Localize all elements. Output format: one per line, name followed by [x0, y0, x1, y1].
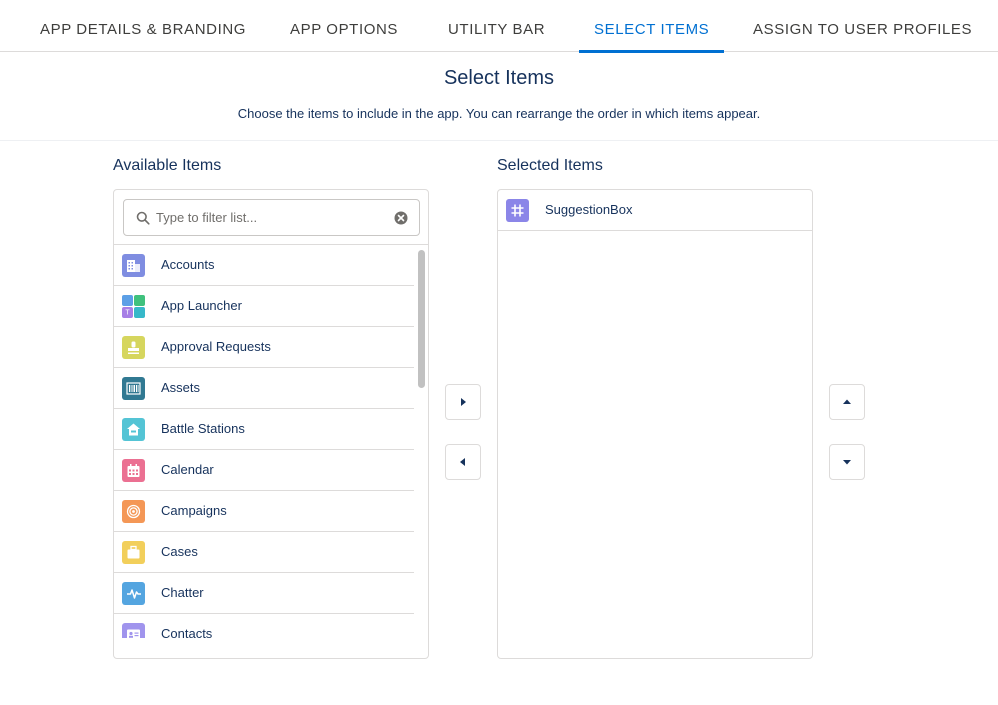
caret-left-icon	[460, 458, 465, 466]
list-item-label: App Launcher	[161, 298, 242, 313]
barcode-icon	[122, 377, 145, 400]
section-divider	[0, 140, 998, 141]
list-item[interactable]: Battle Stations	[114, 409, 414, 450]
list-item[interactable]: Approval Requests	[114, 327, 414, 368]
clear-icon[interactable]	[394, 211, 408, 225]
selected-list-item[interactable]: SuggestionBox	[498, 190, 812, 231]
move-to-available-button[interactable]	[445, 444, 481, 480]
caret-down-icon	[843, 460, 851, 465]
contact-card-icon	[122, 623, 145, 638]
page-description: Choose the items to include in the app. …	[237, 106, 761, 121]
list-item[interactable]: Cases	[114, 532, 414, 573]
tab-assign-to-user-profiles[interactable]: ASSIGN TO USER PROFILES	[753, 0, 972, 52]
tab-app-options[interactable]: APP OPTIONS	[290, 0, 398, 52]
wizard-tabs: APP DETAILS & BRANDING APP OPTIONS UTILI…	[0, 0, 998, 53]
list-item-label: Contacts	[161, 626, 213, 638]
caret-right-icon	[461, 398, 466, 406]
move-down-button[interactable]	[829, 444, 865, 480]
list-item-label: Assets	[161, 380, 201, 395]
list-item[interactable]: Chatter	[114, 573, 414, 614]
selected-items-label: Selected Items	[497, 157, 603, 174]
building-icon	[122, 254, 145, 277]
stamp-icon	[122, 336, 145, 359]
list-item-label: Accounts	[161, 257, 215, 272]
available-items-list: Accounts T App Launcher Approval Request…	[114, 244, 414, 638]
svg-text:T: T	[125, 310, 130, 317]
list-item[interactable]: Accounts	[114, 245, 414, 286]
list-item[interactable]: Calendar	[114, 450, 414, 491]
move-up-button[interactable]	[829, 384, 865, 420]
target-icon	[122, 500, 145, 523]
list-item-label: Approval Requests	[161, 339, 271, 354]
list-item-label: Campaigns	[161, 503, 227, 518]
calendar-icon	[122, 459, 145, 482]
search-icon	[136, 211, 150, 225]
filter-list-input[interactable]	[156, 200, 386, 235]
caret-up-icon	[843, 399, 851, 404]
list-item[interactable]: Assets	[114, 368, 414, 409]
filter-search-box	[123, 199, 420, 236]
tab-select-items[interactable]: SELECT ITEMS	[578, 0, 725, 53]
selected-items-listbox: SuggestionBox	[497, 189, 813, 659]
tab-app-details-branding[interactable]: APP DETAILS & BRANDING	[40, 0, 246, 52]
list-item-label: Calendar	[161, 462, 214, 477]
available-items-listbox: Accounts T App Launcher Approval Request…	[113, 189, 429, 659]
list-item-label: Battle Stations	[161, 421, 245, 436]
app-grid-icon: T	[122, 295, 145, 318]
selected-item-label: SuggestionBox	[545, 202, 633, 217]
available-items-label: Available Items	[113, 157, 222, 174]
list-item[interactable]: Campaigns	[114, 491, 414, 532]
pulse-icon	[122, 582, 145, 605]
briefcase-icon	[122, 541, 145, 564]
house-icon	[122, 418, 145, 441]
list-item-label: Chatter	[161, 585, 204, 600]
list-scrollbar[interactable]	[414, 244, 428, 638]
page-title: Select Items	[443, 67, 555, 89]
scrollbar-thumb[interactable]	[418, 250, 425, 388]
list-item[interactable]: T App Launcher	[114, 286, 414, 327]
tab-utility-bar[interactable]: UTILITY BAR	[448, 0, 545, 52]
hashtag-icon	[506, 199, 529, 222]
move-to-selected-button[interactable]	[445, 384, 481, 420]
list-item[interactable]: Contacts	[114, 614, 414, 638]
list-item-label: Cases	[161, 544, 198, 559]
